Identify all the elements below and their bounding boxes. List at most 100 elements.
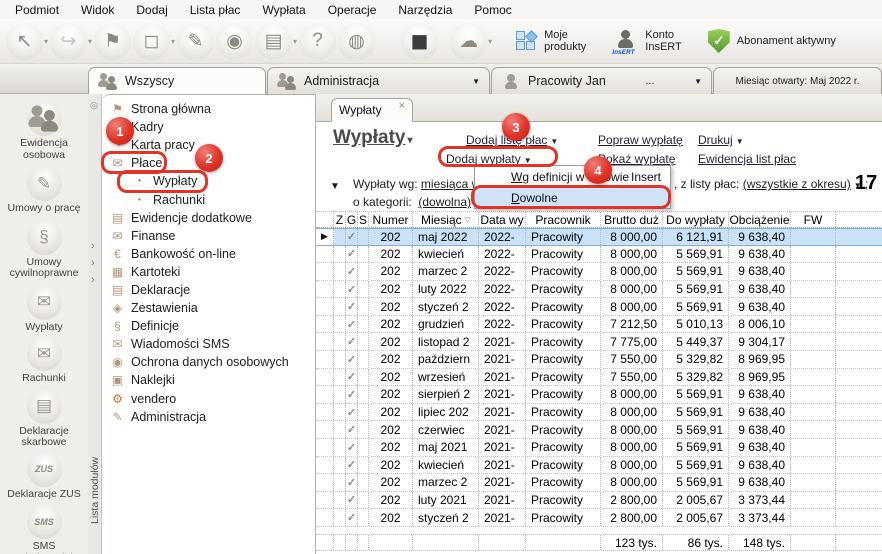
chevron-down-icon[interactable]: ▾ — [488, 37, 492, 46]
toolbar-button-forward-icon[interactable]: ↪▾ — [50, 23, 92, 60]
header-col-data-wy[interactable]: Data wy — [479, 212, 526, 227]
header-col-brutto-duż[interactable]: Brutto duż — [601, 212, 663, 227]
cell: 202 — [369, 474, 413, 491]
tree-item-wiadomosci-sms[interactable]: ✉Wiadomości SMS — [102, 335, 315, 353]
workspace-tab-administracja[interactable]: Administracja ▼ — [267, 67, 490, 94]
toolbar-button-globe-icon[interactable]: ◍ — [338, 23, 375, 60]
module-list-strip[interactable]: ◎ › › › Lista modułów — [88, 94, 102, 554]
payment-row[interactable]: ✓202styczeń 22022-Pracowity8 000,005 569… — [316, 298, 882, 316]
payment-row[interactable]: ✓202kwiecień2021-Pracowity8 000,005 569,… — [316, 457, 882, 475]
subscription-status[interactable]: ✓ Abonament aktywny — [708, 29, 836, 53]
module-deklaracje-zus[interactable]: ZUSDeklaracje ZUS — [0, 452, 88, 501]
menu-wypłata[interactable]: Wypłata — [251, 1, 316, 19]
payment-row[interactable]: ✓202grudzień2022-Pracowity7 212,505 010,… — [316, 316, 882, 334]
tree-item-definicje[interactable]: §Definicje — [102, 317, 315, 335]
payment-row[interactable]: ▶✓202maj 20222022-Pracowity8 000,006 121… — [316, 228, 882, 246]
payroll-list-filter-link[interactable]: (wszystkie z okresu) — [743, 177, 851, 191]
chevron-down-icon[interactable]: ▼ — [472, 77, 480, 86]
menu-dodaj[interactable]: Dodaj — [125, 1, 178, 19]
menu-lista-płac[interactable]: Lista płac — [179, 1, 252, 19]
chevron-down-icon[interactable]: ▾ — [171, 37, 175, 46]
header-col-g[interactable]: G — [346, 212, 358, 227]
payment-row[interactable]: ✓202czerwiec2021-Pracowity8 000,005 569,… — [316, 421, 882, 439]
tree-item-strona-glowna[interactable]: ⚑Strona główna — [102, 100, 315, 118]
header-col-obciążenie[interactable]: Obciążenie — [729, 212, 791, 227]
toolbar-button-cube-icon[interactable]: ◼ — [401, 23, 438, 60]
payment-row[interactable]: ✓202marzec 22022-Pracowity8 000,005 569,… — [316, 263, 882, 281]
payment-row[interactable]: ✓202listopad 22021-Pracowity7 775,005 44… — [316, 333, 882, 351]
payment-row[interactable]: ✓202marzec 22021-Pracowity8 000,005 569,… — [316, 474, 882, 492]
payment-row[interactable]: ✓202lipiec 2022021-Pracowity8 000,005 56… — [316, 404, 882, 422]
menu-narzędzia[interactable]: Narzędzia — [387, 1, 463, 19]
header-col-numer[interactable]: Numer — [369, 212, 413, 227]
toolbar-button-pointer-icon[interactable]: ↖▾ — [6, 23, 48, 60]
toolbar-button-edit-document-icon[interactable]: ✎ — [177, 23, 214, 60]
toolbar-button-cloud-icon[interactable]: ☁▾ — [450, 23, 492, 60]
header-col-miesiąc[interactable]: Miesiąc▽ — [413, 212, 479, 227]
payment-row[interactable]: ✓202październ2021-Pracowity7 550,005 329… — [316, 351, 882, 369]
module-rachunki[interactable]: ✉Rachunki — [0, 336, 88, 385]
fix-payment-link[interactable]: Popraw wypłatę — [598, 133, 683, 147]
header-col-s[interactable]: S — [358, 212, 369, 227]
tree-item-bankowosc-on-line[interactable]: €Bankowość on-line — [102, 245, 315, 263]
menu-operacje[interactable]: Operacje — [317, 1, 388, 19]
payment-row[interactable]: ✓202wrzesień2021-Pracowity7 550,005 329,… — [316, 369, 882, 387]
payment-row[interactable]: ✓202sierpień 22021-Pracowity8 000,005 56… — [316, 386, 882, 404]
category-filter-link[interactable]: (dowolna) — [418, 195, 471, 209]
chevron-down-icon[interactable]: ▾ — [88, 37, 92, 46]
toolbar-button-stamp-icon[interactable]: ◉ — [216, 23, 253, 60]
workspace-tab-all[interactable]: Wszyscy — [88, 67, 266, 94]
menu-widok[interactable]: Widok — [70, 1, 125, 19]
payment-row[interactable]: ✓202luty 20222022-Pracowity8 000,005 569… — [316, 281, 882, 299]
module-umowy-o-prace[interactable]: ✎Umowy o pracę — [0, 166, 88, 215]
tree-item-deklaracje[interactable]: ▤Deklaracje — [102, 281, 315, 299]
header-col-do-wypłaty[interactable]: Do wypłaty — [663, 212, 729, 227]
more-button[interactable]: ... — [645, 75, 654, 87]
payroll-registry-link[interactable]: Ewidencja list płac — [698, 152, 796, 166]
tree-item-kartoteki[interactable]: ▦Kartoteki — [102, 263, 315, 281]
filter-by-link[interactable]: miesiąca w — [421, 177, 480, 191]
module-sms-wiadomosci-robocze[interactable]: SMSSMS Wiadomości robocze — [0, 504, 88, 554]
open-month-indicator[interactable]: Miesiąc otwarty: Maj 2022 r. — [713, 67, 882, 94]
chevron-down-icon[interactable]: ▼ — [694, 77, 702, 86]
tree-item-finanse[interactable]: ✉Finanse — [102, 227, 315, 245]
tree-item-kadry[interactable]: ☺Kadry — [102, 118, 315, 136]
cell — [791, 492, 836, 509]
toolbar-button-help-icon[interactable]: ? — [299, 23, 336, 60]
print-link[interactable]: Drukuj▼ — [698, 133, 744, 147]
chevron-down-icon[interactable]: ▾ — [293, 37, 297, 46]
payment-row[interactable]: ✓202styczeń 22021-Pracowity2 800,002 005… — [316, 509, 882, 527]
my-products-button[interactable]: Moje produkty — [516, 29, 586, 53]
filter-collapse-icon[interactable]: ▼ — [330, 181, 340, 192]
payment-row[interactable]: ✓202kwiecień2022-Pracowity8 000,005 569,… — [316, 246, 882, 264]
header-col-pracownik[interactable]: Pracownik — [526, 212, 601, 227]
workspace-tab-employee[interactable]: Pracowity Jan ... ▼ — [491, 67, 712, 94]
page-title[interactable]: Wypłaty▾ — [333, 127, 413, 149]
close-icon[interactable]: × — [399, 100, 405, 112]
tree-item-rachunki[interactable]: ●Rachunki — [102, 190, 315, 208]
module-ewidencja-osobowa[interactable]: Ewidencja osobowa — [0, 101, 88, 161]
document-tab-wyplaty[interactable]: Wypłaty × — [331, 98, 413, 122]
tree-item-administracja[interactable]: ✎Administracja — [102, 408, 315, 426]
tree-item-ochrona-danych-osobowych[interactable]: ◉Ochrona danych osobowych — [102, 353, 315, 371]
chevron-down-icon[interactable]: ▾ — [44, 37, 48, 46]
toolbar-button-printer-icon[interactable]: ▤▾ — [255, 23, 297, 60]
tree-item-ewidencje-dodatkowe[interactable]: ▤Ewidencje dodatkowe — [102, 209, 315, 227]
module-deklaracje-skarbowe[interactable]: ▤Deklaracje skarbowe — [0, 389, 88, 449]
header-col-fw[interactable]: FW — [791, 212, 836, 227]
pin-icon[interactable]: ◎ — [90, 100, 98, 111]
tree-item-zestawienia[interactable]: ◈Zestawienia — [102, 299, 315, 317]
menu-item-by-contract-definition[interactable]: Wg definicji w umowie Insert — [475, 166, 670, 187]
payment-row[interactable]: ✓202maj 20212021-Pracowity8 000,005 569,… — [316, 439, 882, 457]
tree-item-naklejki[interactable]: ▣Naklejki — [102, 371, 315, 389]
payment-row[interactable]: ✓202luty 20212021-Pracowity2 800,002 005… — [316, 492, 882, 510]
module-wyplaty[interactable]: ✉Wypłaty — [0, 285, 88, 334]
insert-account-button[interactable]: InsERT Konto InsERT — [612, 29, 681, 53]
toolbar-button-flag-icon[interactable]: ⚑ — [94, 23, 131, 60]
menu-podmiot[interactable]: Podmiot — [4, 1, 70, 19]
module-umowy-cywilnoprawne[interactable]: §Umowy cywilnoprawne — [0, 220, 88, 280]
tree-item-vendero[interactable]: ⚙vendero — [102, 390, 315, 408]
menu-pomoc[interactable]: Pomoc — [463, 1, 522, 19]
header-col-z[interactable]: Z — [334, 212, 346, 227]
toolbar-button-new-document-icon[interactable]: ◻▾ — [133, 23, 175, 60]
